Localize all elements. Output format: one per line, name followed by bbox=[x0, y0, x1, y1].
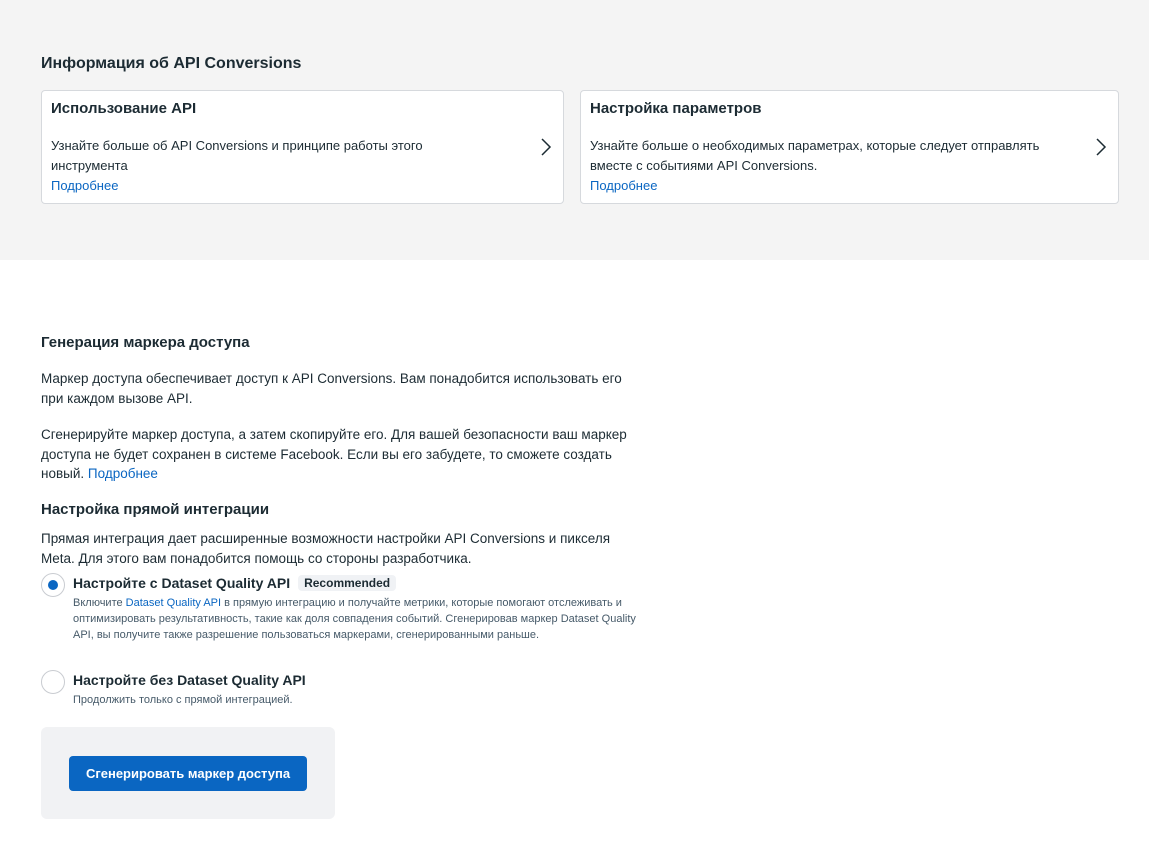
card-learn-more-link[interactable]: Подробнее bbox=[590, 176, 657, 196]
option-description: Включите Dataset Quality API в прямую ин… bbox=[73, 595, 643, 643]
integration-description: Прямая интеграция дает расширенные возмо… bbox=[41, 531, 611, 566]
token-learn-more-link[interactable]: Подробнее bbox=[88, 466, 158, 481]
recommended-badge: Recommended bbox=[298, 575, 397, 591]
token-description: Маркер доступа обеспечивает доступ к API… bbox=[41, 371, 622, 406]
card-description: Узнайте больше о необходимых параметрах,… bbox=[590, 138, 1040, 173]
chevron-right-icon bbox=[1096, 138, 1107, 156]
card-title: Использование API bbox=[51, 100, 197, 117]
option-description: Продолжить только с прямой интеграцией. bbox=[73, 694, 293, 706]
token-section-title: Генерация маркера доступа bbox=[41, 334, 250, 351]
radio-with-dq-api[interactable] bbox=[41, 573, 65, 597]
card-parameters-setup[interactable]: Настройка параметров Узнайте больше о не… bbox=[580, 90, 1119, 204]
option-desc-prefix: Включите bbox=[73, 597, 123, 609]
generate-token-button[interactable]: Сгенерировать маркер доступа bbox=[69, 756, 307, 791]
card-api-usage[interactable]: Использование API Узнайте больше об API … bbox=[41, 90, 564, 204]
option-label-text: Настройте с Dataset Quality API bbox=[73, 575, 291, 591]
card-description: Узнайте больше об API Conversions и прин… bbox=[51, 138, 423, 173]
card-learn-more-link[interactable]: Подробнее bbox=[51, 176, 118, 196]
option-label: Настройте без Dataset Quality API bbox=[73, 672, 306, 688]
generate-panel: Сгенерировать маркер доступа bbox=[41, 727, 335, 819]
card-title: Настройка параметров bbox=[590, 100, 762, 117]
info-section-title: Информация об API Conversions bbox=[41, 55, 302, 72]
token-security-note: Сгенерируйте маркер доступа, а затем ско… bbox=[41, 425, 641, 484]
integration-section-title: Настройка прямой интеграции bbox=[41, 501, 270, 518]
dq-api-link[interactable]: Dataset Quality API bbox=[126, 597, 221, 609]
option-label: Настройте с Dataset Quality API Recommend… bbox=[73, 575, 397, 591]
chevron-right-icon bbox=[541, 138, 552, 156]
info-section: Информация об API Conversions Использова… bbox=[0, 0, 1149, 260]
radio-without-dq-api[interactable] bbox=[41, 670, 65, 694]
